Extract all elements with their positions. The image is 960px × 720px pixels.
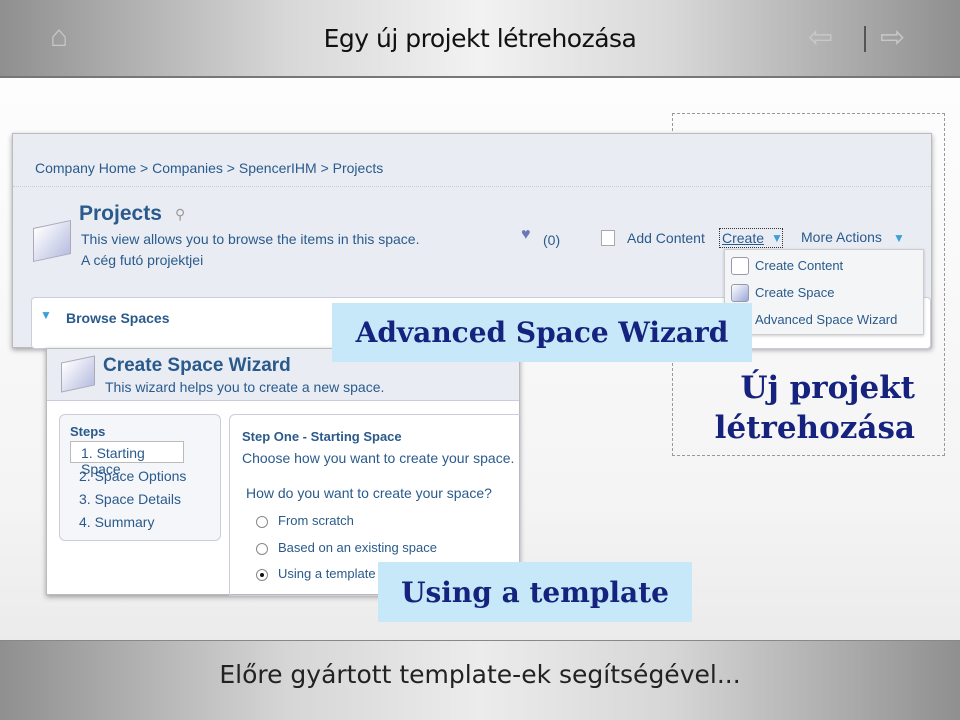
callout-using-template: Using a template	[378, 562, 692, 622]
user-count: (0)	[543, 232, 561, 248]
wizard-description: This wizard helps you to create a new sp…	[105, 379, 385, 395]
chevron-down-icon: ▼	[893, 231, 905, 245]
question-label: How do you want to create your space?	[246, 485, 492, 501]
wizard-title: Create Space Wizard	[103, 355, 291, 376]
steps-panel: Steps 1. Starting Space 2. Space Options…	[59, 414, 221, 541]
step-description: Choose how you want to create your space…	[242, 450, 515, 466]
create-dropdown-menu: Create Content Create Space Advanced Spa…	[724, 249, 924, 335]
triangle-down-icon[interactable]: ▼	[40, 308, 52, 322]
menu-item-label: Create Space	[755, 285, 835, 300]
browse-spaces-header[interactable]: Browse Spaces	[66, 310, 170, 326]
step-item[interactable]: 3. Space Details	[79, 491, 181, 507]
radio-icon[interactable]	[256, 515, 268, 528]
menu-item-advanced-space-wizard[interactable]: Advanced Space Wizard	[725, 306, 923, 333]
steps-label: Steps	[70, 424, 106, 439]
breadcrumb[interactable]: Company Home > Companies > SpencerIHM > …	[35, 160, 383, 176]
users-icon[interactable]: ♥	[521, 226, 531, 244]
menu-item-label: Create Content	[755, 258, 844, 273]
menu-item-create-space[interactable]: Create Space	[725, 279, 923, 306]
wizard-screenshot: Create Space Wizard This wizard helps yo…	[46, 348, 521, 596]
callout-line: létrehozása	[714, 410, 915, 446]
nav-divider	[864, 26, 866, 52]
step-title: Step One - Starting Space	[242, 429, 402, 444]
more-actions-button[interactable]: More Actions	[801, 229, 882, 245]
space-title: Projects	[79, 202, 162, 225]
chevron-down-icon: ▼	[771, 231, 783, 245]
step-item[interactable]: 4. Summary	[79, 514, 154, 530]
space-icon	[731, 283, 749, 302]
rss-icon[interactable]: ⚲	[175, 206, 185, 223]
arrow-right-icon[interactable]: ⇨	[880, 20, 905, 55]
menu-item-create-content[interactable]: Create Content	[725, 252, 923, 279]
radio-label: Using a template	[278, 566, 376, 581]
document-icon	[731, 256, 749, 275]
space-description: This view allows you to browse the items…	[81, 231, 420, 247]
callout-new-project: Új projekt létrehozása	[680, 368, 915, 448]
callout-line: Új projekt	[740, 370, 915, 406]
arrow-left-icon[interactable]: ⇦	[808, 20, 833, 55]
space-subtitle: A cég futó projektjei	[81, 252, 204, 268]
add-content-button[interactable]: Add Content	[627, 230, 705, 246]
menu-item-label: Advanced Space Wizard	[755, 312, 898, 327]
step-item[interactable]: 2. Space Options	[79, 468, 186, 484]
radio-label: Based on an existing space	[278, 540, 437, 555]
folder-icon	[33, 219, 71, 263]
radio-from-scratch[interactable]: From scratch	[256, 513, 354, 528]
step-item-active[interactable]: 1. Starting Space	[70, 441, 184, 477]
footer-caption: Előre gyártott template-ek segítségével.…	[219, 660, 741, 689]
callout-advanced-space-wizard: Advanced Space Wizard	[332, 303, 752, 362]
radio-using-template[interactable]: Using a template	[256, 566, 376, 581]
radio-label: From scratch	[278, 513, 354, 528]
radio-existing-space[interactable]: Based on an existing space	[256, 540, 437, 555]
add-content-icon	[601, 230, 615, 246]
radio-icon[interactable]	[256, 542, 268, 555]
radio-selected-icon[interactable]	[256, 568, 268, 581]
